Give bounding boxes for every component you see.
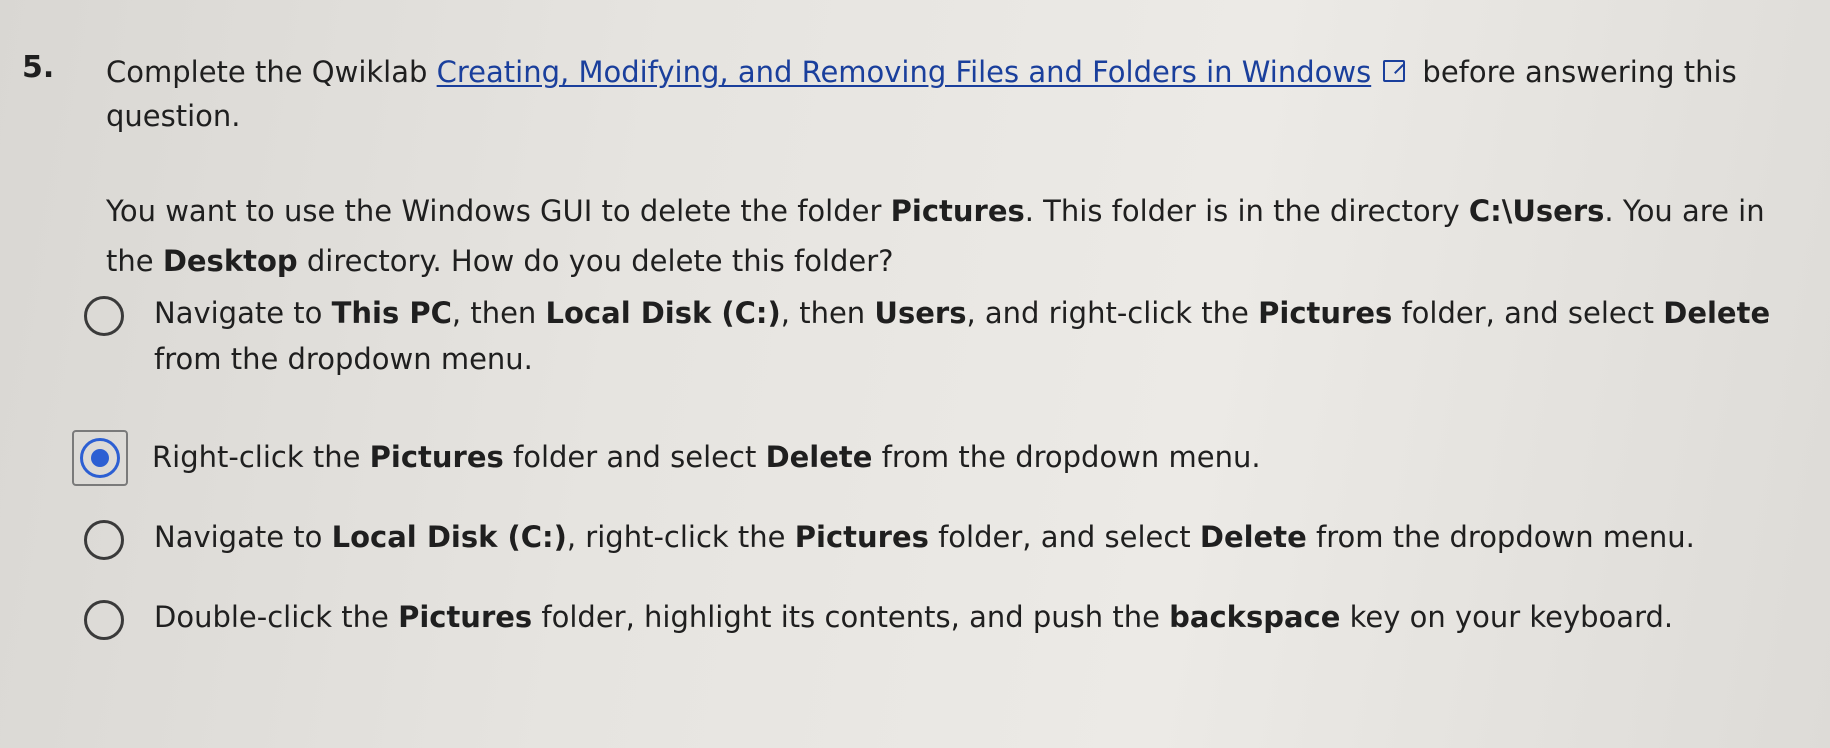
answer-option-text: Navigate to (154, 520, 332, 554)
answer-option-text: Navigate to (154, 296, 332, 330)
question-folder-name: Pictures (890, 194, 1025, 228)
question-text-part: You want to use the Windows GUI to delet… (106, 194, 891, 228)
answer-option-text: , and right-click the (966, 296, 1259, 330)
answer-option-text: key on your keyboard. (1340, 600, 1674, 634)
qwiklab-link[interactable]: Creating, Modifying, and Removing Files … (437, 55, 1372, 89)
radio-unselected-icon[interactable] (84, 296, 124, 336)
answer-option-keyword: This PC (331, 296, 452, 330)
question-text-part: directory. How do you delete this folder… (297, 244, 894, 278)
answer-option-label: Double-click the Pictures folder, highli… (154, 594, 1774, 640)
question-path: C:\Users (1468, 194, 1605, 228)
intro-prefix: Complete the Qwiklab (106, 55, 437, 89)
radio-unselected-icon[interactable] (84, 600, 124, 640)
answer-option-keyword: Local Disk (C:) (545, 296, 781, 330)
radio-selected-icon[interactable] (80, 438, 120, 478)
radio-focus-ring[interactable] (72, 430, 128, 486)
answer-option-text: , right-click the (566, 520, 795, 554)
answer-option-label: Navigate to This PC, then Local Disk (C:… (154, 290, 1774, 382)
question-current-dir: Desktop (162, 244, 298, 278)
answer-option-text: , then (451, 296, 546, 330)
answer-option[interactable]: Right-click the Pictures folder and sele… (72, 430, 1784, 486)
answer-option-text: from the dropdown menu. (1306, 520, 1695, 554)
answer-option-keyword: Pictures (1258, 296, 1393, 330)
answer-option-keyword: backspace (1169, 600, 1341, 634)
answer-option-text: , then (780, 296, 875, 330)
answer-option-label: Navigate to Local Disk (C:), right-click… (154, 514, 1774, 560)
question-text: You want to use the Windows GUI to delet… (106, 186, 1806, 286)
answer-option-text: folder, highlight its contents, and push… (532, 600, 1170, 634)
answer-option-text: from the dropdown menu. (872, 440, 1261, 474)
question-intro: Complete the Qwiklab Creating, Modifying… (106, 50, 1786, 138)
answer-option-keyword: Pictures (794, 520, 929, 554)
question-text-part: . This folder is in the directory (1024, 194, 1469, 228)
answer-option-text: Double-click the (154, 600, 399, 634)
answer-option-text: folder and select (503, 440, 766, 474)
answer-option-label: Right-click the Pictures folder and sele… (152, 434, 1772, 480)
answer-option-text: from the dropdown menu. (154, 342, 533, 376)
answer-option[interactable]: Navigate to This PC, then Local Disk (C:… (84, 290, 1784, 382)
answer-option-keyword: Delete (765, 440, 873, 474)
answer-option-keyword: Users (874, 296, 967, 330)
answer-option[interactable]: Double-click the Pictures folder, highli… (84, 594, 1784, 640)
external-link-icon[interactable] (1383, 60, 1406, 82)
answer-option-text: folder, and select (1392, 296, 1664, 330)
radio-unselected-icon[interactable] (84, 520, 124, 560)
answer-option-keyword: Delete (1199, 520, 1307, 554)
answer-option[interactable]: Navigate to Local Disk (C:), right-click… (84, 514, 1784, 560)
answer-option-keyword: Pictures (369, 440, 504, 474)
answer-option-text: Right-click the (152, 440, 370, 474)
answer-option-text: folder, and select (928, 520, 1200, 554)
answer-option-keyword: Pictures (398, 600, 533, 634)
answer-option-keyword: Local Disk (C:) (331, 520, 567, 554)
answer-option-keyword: Delete (1663, 296, 1771, 330)
question-number: 5. (22, 50, 55, 85)
